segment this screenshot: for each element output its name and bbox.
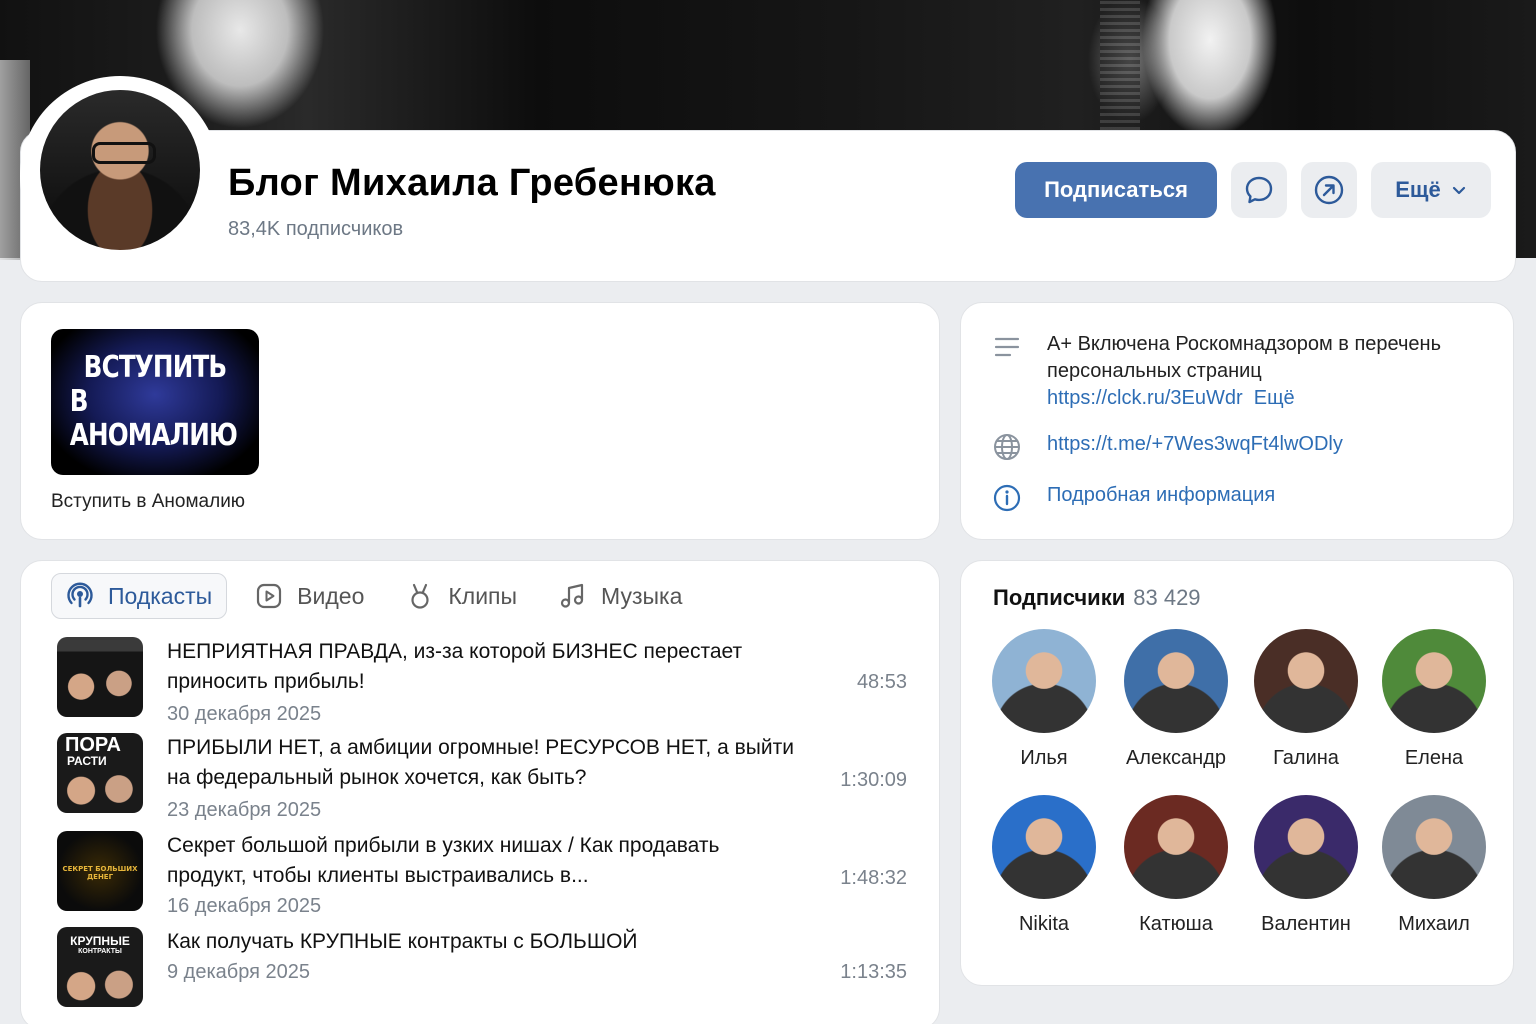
podcast-duration: 1:30:09 bbox=[840, 769, 907, 791]
podcast-title: ПРИБЫЛИ НЕТ, а амбиции огромные! РЕСУРСО… bbox=[167, 736, 794, 789]
tab-label: Музыка bbox=[601, 582, 683, 609]
follower-item[interactable]: Галина bbox=[1241, 629, 1371, 770]
podcast-duration: 1:48:32 bbox=[840, 867, 907, 889]
podcast-title: Секрет большой прибыли в узких нишах / К… bbox=[167, 834, 720, 887]
follower-name: Валентин bbox=[1261, 913, 1351, 935]
chevron-down-icon bbox=[1452, 186, 1465, 195]
page-title: Блог Михаила Гребенюка bbox=[228, 162, 716, 204]
podcast-thumb-text: КОНТРАКТЫ bbox=[78, 948, 122, 955]
join-thumb-line1: ВСТУПИТЬ bbox=[83, 350, 228, 385]
podcast-date: 9 декабря 2025 bbox=[167, 961, 311, 983]
follower-name: Галина bbox=[1273, 747, 1339, 769]
follower-name: Nikita bbox=[1018, 913, 1069, 935]
follower-item[interactable]: Александр bbox=[1111, 629, 1241, 770]
follower-name: Михаил bbox=[1398, 913, 1470, 935]
podcast-date: 30 декабря 2025 bbox=[167, 703, 322, 725]
follower-avatar bbox=[1382, 629, 1486, 733]
tab-label: Клипы bbox=[448, 582, 518, 609]
podcast-title: Как получать КРУПНЫЕ контракты с БОЛЬШОЙ bbox=[167, 930, 638, 953]
profile-header bbox=[20, 130, 1516, 282]
podcast-thumb-text: ПОРА bbox=[65, 734, 121, 756]
avatar[interactable] bbox=[40, 90, 200, 250]
podcast-thumbnail bbox=[57, 637, 143, 717]
podcast-icon bbox=[67, 582, 93, 608]
cover-detail bbox=[1100, 0, 1140, 130]
follower-avatar bbox=[992, 795, 1096, 899]
podcast-thumb-text: СЕКРЕТ БОЛЬШИХ ДЕНЕГ bbox=[62, 865, 138, 881]
text-lines-icon bbox=[994, 337, 1020, 357]
status-text-line2: персональных страниц bbox=[1047, 360, 1262, 382]
tab-label: Видео bbox=[297, 582, 365, 609]
status-more-link[interactable]: Ещё bbox=[1254, 387, 1295, 409]
podcast-thumbnail: ПОРА РАСТИ bbox=[57, 733, 143, 813]
follower-name: Елена bbox=[1404, 747, 1464, 769]
followers-count: 83 429 bbox=[1133, 585, 1201, 610]
follower-avatar bbox=[1124, 629, 1228, 733]
subscribe-button[interactable]: Подписаться bbox=[1015, 162, 1217, 218]
podcast-thumb-text: РАСТИ bbox=[67, 754, 107, 768]
share-arrow-icon bbox=[1314, 175, 1344, 205]
follower-avatar bbox=[1124, 795, 1228, 899]
telegram-link[interactable]: https://t.me/+7Wes3wqFt4lwODly bbox=[1047, 433, 1343, 455]
media-tabs: Подкасты Видео Клипы Музыка bbox=[51, 573, 710, 619]
podcast-duration: 1:13:35 bbox=[840, 961, 907, 983]
more-button-label: Ещё bbox=[1395, 177, 1441, 202]
podcast-duration: 48:53 bbox=[856, 671, 907, 693]
media-card: Подкасты Видео Клипы Музыка НЕПРИЯТНАЯ П… bbox=[20, 560, 940, 1024]
tab-clips[interactable]: Клипы bbox=[392, 573, 531, 619]
info-card: A+ Включена Роскомнадзором в перечень пе… bbox=[960, 302, 1514, 540]
follower-item[interactable]: Катюша bbox=[1111, 795, 1241, 936]
tab-video[interactable]: Видео bbox=[241, 573, 378, 619]
podcast-thumbnail: СЕКРЕТ БОЛЬШИХ ДЕНЕГ bbox=[57, 831, 143, 911]
join-thumbnail[interactable]: ВСТУПИТЬ В АНОМАЛИЮ bbox=[51, 329, 259, 475]
followers-title: Подписчики bbox=[993, 585, 1126, 610]
podcast-title: НЕПРИЯТНАЯ ПРАВДА, из-за которой БИЗНЕС … bbox=[167, 640, 743, 693]
join-label[interactable]: Вступить в Аномалию bbox=[51, 491, 245, 513]
tab-podcasts[interactable]: Подкасты bbox=[51, 573, 228, 619]
status-text-line1: A+ Включена Роскомнадзором в перечень bbox=[1047, 333, 1442, 355]
join-thumb-line2: В АНОМАЛИЮ bbox=[69, 384, 238, 453]
follower-avatar bbox=[1254, 795, 1358, 899]
share-button[interactable] bbox=[1301, 162, 1357, 218]
more-button[interactable]: Ещё bbox=[1371, 162, 1491, 218]
follower-item[interactable]: Nikita bbox=[979, 795, 1109, 936]
info-circle-icon bbox=[993, 484, 1021, 512]
music-note-icon bbox=[560, 583, 584, 608]
globe-icon bbox=[994, 434, 1020, 460]
podcast-thumb-text: КРУПНЫЕ bbox=[70, 934, 130, 948]
clips-icon bbox=[411, 583, 429, 609]
chat-bubble-icon bbox=[1245, 176, 1273, 204]
podcast-date: 23 декабря 2025 bbox=[167, 799, 322, 821]
follower-item[interactable]: Валентин bbox=[1241, 795, 1371, 936]
follower-name: Катюша bbox=[1139, 913, 1213, 935]
subscriber-count[interactable]: 83,4K подписчиков bbox=[228, 218, 403, 241]
follower-item[interactable]: Елена bbox=[1369, 629, 1499, 770]
follower-avatar bbox=[1382, 795, 1486, 899]
status-link[interactable]: https://clck.ru/3EuWdr bbox=[1047, 387, 1243, 409]
followers-heading[interactable]: Подписчики 83 429 bbox=[993, 585, 1201, 611]
message-button[interactable] bbox=[1231, 162, 1287, 218]
followers-card: Подписчики 83 429 Илья Александр Галина Елен… bbox=[960, 560, 1514, 986]
podcast-thumbnail: КРУПНЫЕ КОНТРАКТЫ bbox=[57, 927, 143, 1007]
follower-avatar bbox=[1254, 629, 1358, 733]
details-link[interactable]: Подробная информация bbox=[1047, 484, 1275, 506]
status-row: A+ Включена Роскомнадзором в перечень пе… bbox=[991, 331, 1441, 412]
telegram-row: https://t.me/+7Wes3wqFt4lwODly bbox=[991, 431, 1343, 463]
podcast-date: 16 декабря 2025 bbox=[167, 895, 322, 917]
follower-name: Илья bbox=[1020, 747, 1068, 769]
follower-avatar bbox=[992, 629, 1096, 733]
follower-item[interactable]: Михаил bbox=[1369, 795, 1499, 936]
tab-music[interactable]: Музыка bbox=[545, 573, 696, 619]
video-play-icon bbox=[257, 583, 282, 609]
details-row: Подробная информация bbox=[991, 482, 1275, 514]
follower-name: Александр bbox=[1125, 747, 1227, 769]
follower-item[interactable]: Илья bbox=[979, 629, 1109, 770]
tab-label: Подкасты bbox=[108, 582, 213, 609]
join-community-card: ВСТУПИТЬ В АНОМАЛИЮ Вступить в Аномалию bbox=[20, 302, 940, 540]
